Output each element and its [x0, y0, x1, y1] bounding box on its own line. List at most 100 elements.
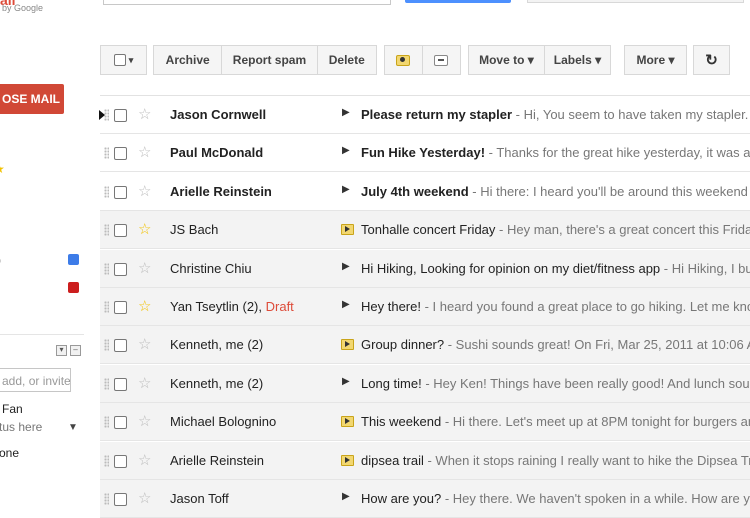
drag-handle-icon[interactable] — [104, 109, 109, 121]
important-marker-icon[interactable] — [341, 454, 354, 466]
email-checkbox[interactable] — [114, 224, 127, 238]
sender-name: Jason Toff — [170, 491, 229, 506]
email-checkbox[interactable] — [114, 377, 127, 391]
important-arrow-icon[interactable]: ▶ — [342, 261, 350, 272]
sender-name: JS Bach — [170, 222, 219, 238]
email-row[interactable]: ☆ Jason Toff ▶ How are you? - Hey there. We… — [100, 480, 750, 518]
email-row[interactable]: ☆ Arielle Reinstein dipsea trail - When it… — [100, 441, 750, 480]
email-row[interactable]: ☆ Jason Cornwell ▶ Please return my stapler… — [99, 96, 750, 134]
archive-button[interactable]: Archive — [154, 46, 223, 74]
sender-name: Yan Tseytlin (2), — [170, 299, 263, 314]
star-icon[interactable]: ☆ — [138, 220, 151, 238]
email-subject-snippet: Hi Hiking, Looking for opinion on my die… — [361, 261, 750, 276]
compose-button[interactable]: OSE MAIL — [0, 84, 64, 114]
email-checkbox[interactable] — [114, 454, 127, 468]
important-marker-icon[interactable] — [341, 224, 354, 236]
label-color-blue[interactable] — [68, 254, 79, 265]
email-sender: Yan Tseytlin (2), Draft — [170, 299, 340, 314]
drag-handle-icon[interactable] — [104, 493, 109, 505]
star-icon[interactable]: ☆ — [138, 412, 151, 430]
email-row[interactable]: ☆ Paul McDonald ▶ Fun Hike Yesterday! - Tha… — [100, 134, 750, 173]
label-color-red[interactable] — [68, 282, 79, 293]
drag-handle-icon[interactable] — [104, 377, 109, 390]
email-checkbox[interactable] — [114, 339, 127, 353]
search-button[interactable] — [405, 0, 511, 3]
star-icon[interactable]: ☆ — [138, 143, 151, 161]
star-icon[interactable]: ☆ — [138, 335, 151, 353]
star-icon[interactable]: ☆ — [138, 105, 151, 123]
important-arrow-icon[interactable]: ▶ — [342, 107, 350, 118]
email-checkbox[interactable] — [114, 416, 127, 430]
email-snippet: - Hey there. We haven't spoken in a whil… — [441, 491, 750, 506]
email-row[interactable]: ☆ Kenneth, me (2) Group dinner? - Sushi so… — [100, 326, 750, 365]
important-arrow-icon[interactable]: ▶ — [342, 299, 350, 310]
sender-name: Arielle Reinstein — [170, 452, 264, 468]
move-to-button[interactable]: Move to ▾ — [469, 46, 545, 74]
email-subject: July 4th weekend — [361, 183, 469, 199]
email-row[interactable]: ☆ Christine Chiu ▶ Hi Hiking, Looking for o… — [100, 249, 750, 288]
email-subject: How are you? — [361, 491, 442, 506]
important-arrow-icon[interactable]: ▶ — [342, 184, 350, 195]
drag-handle-icon[interactable] — [104, 262, 109, 275]
drag-handle-icon[interactable] — [104, 185, 109, 198]
status-dropdown-icon[interactable]: ▼ — [68, 422, 78, 433]
unimportant-marker-icon — [434, 54, 449, 66]
email-sender: Christine Chiu — [170, 261, 340, 276]
chat-search-input[interactable]: add, or invite — [0, 368, 71, 392]
email-sender: JS Bach — [170, 222, 340, 237]
email-checkbox[interactable] — [114, 262, 127, 276]
chat-minimize-icon[interactable]: – — [70, 345, 81, 356]
star-icon[interactable]: ☆ — [138, 182, 151, 200]
email-checkbox[interactable] — [114, 147, 127, 161]
email-sender: Arielle Reinstein — [170, 453, 340, 468]
email-row[interactable]: ☆ JS Bach Tonhalle concert Friday - Hey ma… — [100, 211, 750, 250]
report-spam-button[interactable]: Report spam — [222, 46, 318, 74]
email-subject: Hey there! — [361, 299, 421, 314]
more-button[interactable]: More ▾ — [624, 45, 687, 75]
email-checkbox[interactable] — [114, 301, 127, 314]
drag-handle-icon[interactable] — [104, 301, 109, 313]
email-checkbox[interactable] — [114, 109, 127, 122]
mark-important-button[interactable] — [385, 46, 423, 74]
star-icon[interactable]: ☆ — [138, 374, 151, 392]
chat-status-text[interactable]: tus here — [0, 420, 42, 434]
chat-contact[interactable]: one — [0, 446, 19, 460]
email-row[interactable]: ☆ Yan Tseytlin (2), Draft ▶ Hey there! - I … — [100, 288, 750, 326]
drag-handle-icon[interactable] — [104, 224, 109, 237]
email-subject-snippet: Fun Hike Yesterday! - Thanks for the gre… — [361, 145, 750, 160]
email-row[interactable]: ☆ Arielle Reinstein ▶ July 4th weekend - Hi… — [100, 172, 750, 211]
email-snippet: - Hi Hiking, I bum — [663, 260, 750, 276]
delete-button[interactable]: Delete — [318, 53, 376, 67]
star-icon[interactable]: ☆ — [138, 259, 151, 277]
important-marker-icon[interactable] — [341, 416, 354, 428]
email-subject-snippet: dipsea trail - When it stops raining I r… — [361, 453, 750, 468]
email-row[interactable]: ☆ Michael Bolognino This weekend - Hi ther… — [100, 403, 750, 442]
drag-handle-icon[interactable] — [104, 147, 109, 160]
mark-unimportant-button[interactable] — [423, 54, 461, 66]
important-marker-icon[interactable] — [341, 339, 354, 351]
labels-button[interactable]: Labels ▾ — [545, 53, 610, 67]
drag-handle-icon[interactable] — [104, 416, 109, 429]
select-caret-icon: ▾ — [128, 54, 134, 65]
drag-handle-icon[interactable] — [104, 339, 109, 352]
drag-handle-icon[interactable] — [104, 454, 109, 467]
email-row[interactable]: ☆ Kenneth, me (2) ▶ Long time! - Hey Ken! T… — [100, 364, 750, 403]
nav-item-fragment[interactable]: ) — [0, 253, 1, 267]
important-arrow-icon[interactable]: ▶ — [342, 376, 350, 387]
select-checkbox-dropdown[interactable]: ▾ — [100, 45, 147, 75]
star-icon[interactable]: ☆ — [138, 297, 151, 315]
refresh-icon: ↻ — [705, 52, 718, 69]
star-icon[interactable]: ☆ — [138, 451, 151, 469]
search-input[interactable] — [103, 0, 391, 5]
select-all-checkbox[interactable] — [113, 54, 126, 66]
refresh-button[interactable]: ↻ — [693, 45, 730, 75]
important-arrow-icon[interactable]: ▶ — [342, 491, 350, 502]
star-icon[interactable]: ☆ — [138, 489, 151, 507]
important-arrow-icon[interactable]: ▶ — [342, 145, 350, 156]
sender-name: Michael Bolognino — [170, 414, 277, 430]
email-checkbox[interactable] — [114, 185, 127, 199]
chat-collapse-icon[interactable]: ▾ — [56, 345, 67, 356]
show-search-options-button[interactable] — [527, 0, 744, 3]
draft-tag: Draft — [262, 299, 294, 314]
chat-contact-fan[interactable]: Fan — [2, 402, 23, 416]
